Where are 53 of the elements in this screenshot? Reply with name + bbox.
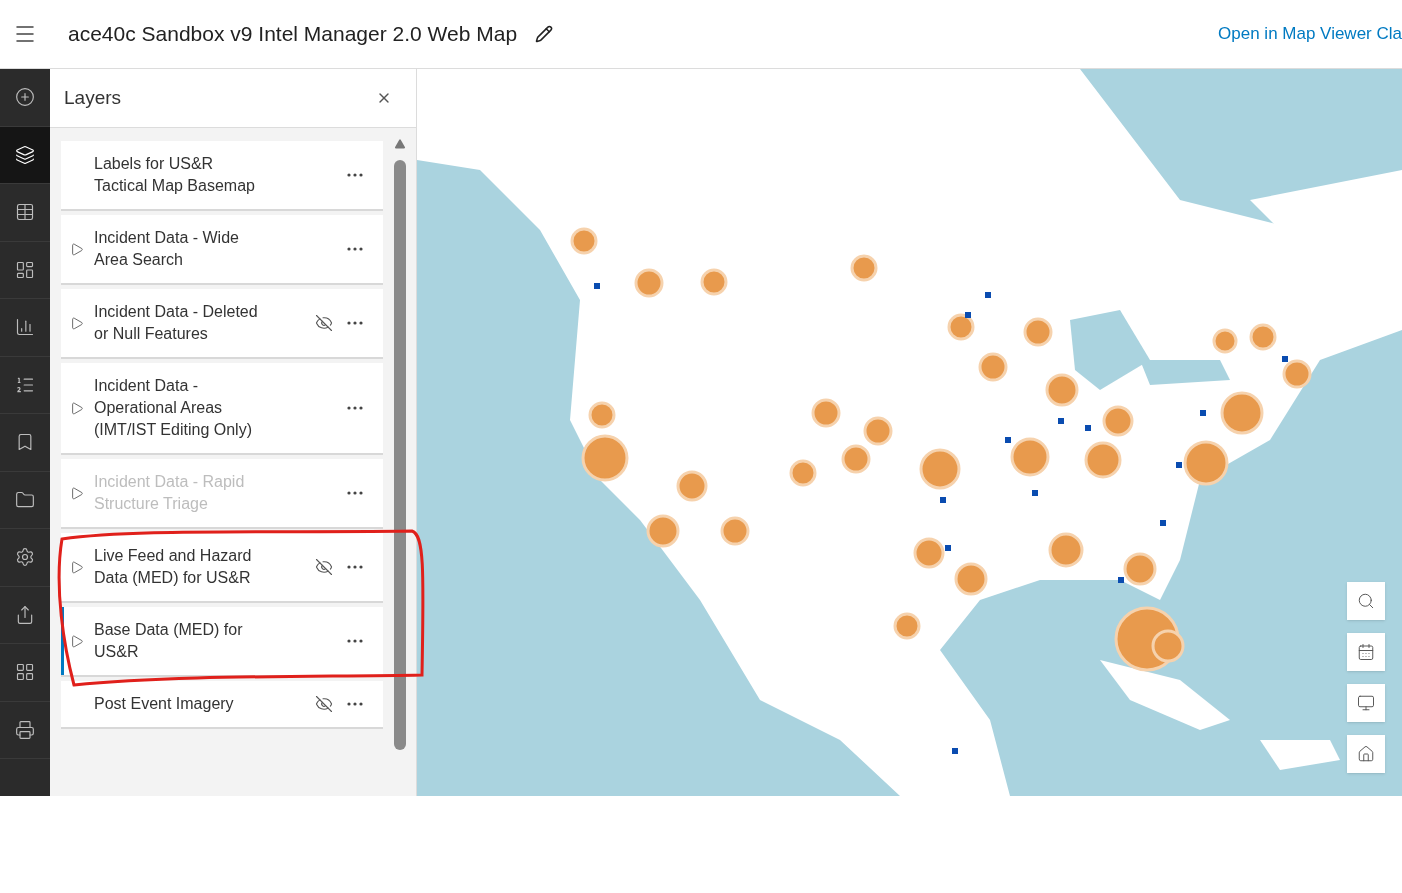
layer-item[interactable]: Base Data (MED) for US&R bbox=[61, 607, 383, 677]
more-options-button[interactable] bbox=[347, 491, 363, 495]
layer-title: Post Event Imagery bbox=[94, 694, 235, 714]
layer-item[interactable]: Incident Data - Operational Areas (IMT/IST Editing Only) bbox=[61, 363, 383, 455]
basemap-button[interactable] bbox=[1347, 633, 1385, 671]
search-button[interactable] bbox=[1347, 582, 1385, 620]
open-map-viewer-link[interactable]: Open in Map Viewer Cla bbox=[1218, 21, 1402, 47]
search-icon bbox=[1357, 592, 1375, 610]
more-options-button[interactable] bbox=[347, 702, 363, 706]
monitor-icon bbox=[1357, 694, 1375, 712]
layer-title: Incident Data - Operational Areas (IMT/IST Editing Only) bbox=[94, 376, 253, 440]
ellipsis-icon bbox=[347, 247, 363, 251]
layer-item[interactable]: Post Event Imagery bbox=[61, 681, 383, 729]
ellipsis-icon bbox=[347, 406, 363, 410]
folder-icon bbox=[15, 489, 35, 510]
add-icon bbox=[15, 87, 35, 108]
ellipsis-icon bbox=[347, 702, 363, 706]
settings-icon bbox=[15, 547, 35, 568]
more-options-button[interactable] bbox=[347, 406, 363, 410]
layer-title: Incident Data - Rapid Structure Triage bbox=[94, 472, 246, 514]
edit-title-button[interactable] bbox=[535, 25, 554, 43]
home-button[interactable] bbox=[1347, 735, 1385, 773]
layer-item[interactable]: Labels for US&R Tactical Map Basemap bbox=[61, 141, 383, 211]
layer-item[interactable]: Live Feed and Hazard Data (MED) for US&R bbox=[61, 533, 383, 603]
layer-title: Base Data (MED) for US&R bbox=[94, 620, 244, 662]
layer-title: Live Feed and Hazard Data (MED) for US&R bbox=[94, 546, 253, 588]
layers-icon bbox=[15, 144, 35, 165]
ellipsis-icon bbox=[347, 491, 363, 495]
fullscreen-button[interactable] bbox=[1347, 684, 1385, 722]
layer-title: Incident Data - Wide Area Search bbox=[94, 228, 240, 270]
print-icon bbox=[15, 719, 35, 740]
more-options-button[interactable] bbox=[347, 173, 363, 177]
layers-tool[interactable] bbox=[0, 126, 50, 184]
ellipsis-icon bbox=[347, 321, 363, 325]
more-options-button[interactable] bbox=[347, 565, 363, 569]
more-options-button[interactable] bbox=[347, 247, 363, 251]
table-icon bbox=[15, 202, 35, 223]
ellipsis-icon bbox=[347, 173, 363, 177]
layer-item[interactable]: Incident Data - Wide Area Search bbox=[61, 215, 383, 285]
layer-title: Incident Data - Deleted or Null Features bbox=[94, 302, 259, 344]
chart-icon bbox=[15, 317, 35, 338]
layer-item[interactable]: Incident Data - Deleted or Null Features bbox=[61, 289, 383, 359]
home-icon bbox=[1357, 745, 1375, 763]
ellipsis-icon bbox=[347, 565, 363, 569]
layer-title: Labels for US&R Tactical Map Basemap bbox=[94, 154, 256, 196]
ellipsis-icon bbox=[347, 639, 363, 643]
more-options-button[interactable] bbox=[347, 321, 363, 325]
map-title: ace40c Sandbox v9 Intel Manager 2.0 Web Map bbox=[68, 21, 518, 48]
scroll-up-icon bbox=[393, 138, 406, 150]
share-icon bbox=[15, 604, 35, 625]
more-options-button[interactable] bbox=[347, 639, 363, 643]
panel-title: Layers bbox=[64, 85, 122, 110]
grid-icon bbox=[15, 662, 35, 683]
